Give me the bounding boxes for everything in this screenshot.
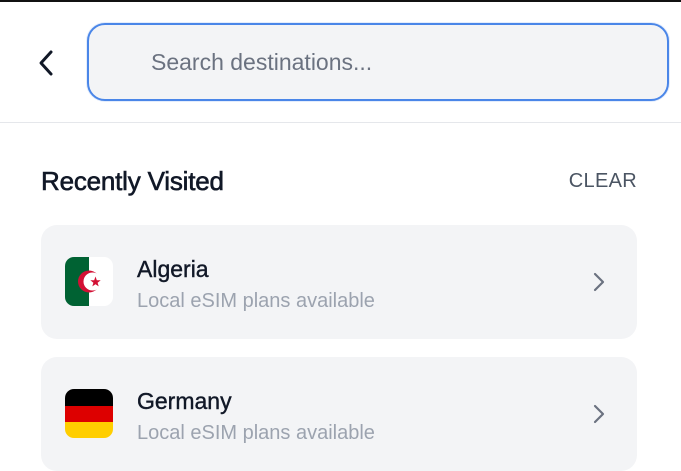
germany-flag-icon <box>65 389 113 438</box>
back-button[interactable] <box>26 40 66 86</box>
algeria-flag-icon <box>65 257 113 306</box>
recently-visited-title: Recently Visited <box>41 166 225 197</box>
chevron-left-icon <box>39 50 53 76</box>
chevron-right-icon <box>593 272 605 292</box>
destination-subtitle: Local eSIM plans available <box>137 422 375 444</box>
search-header <box>0 2 681 123</box>
chevron-right-icon <box>593 404 605 424</box>
clear-button[interactable]: CLEAR <box>569 170 637 193</box>
destination-card-germany[interactable]: Germany Local eSIM plans available <box>41 357 637 471</box>
search-box[interactable] <box>87 23 669 101</box>
search-input[interactable] <box>89 25 667 99</box>
destination-name: Algeria <box>137 256 209 282</box>
destination-name: Germany <box>137 388 232 414</box>
destination-card-algeria[interactable]: Algeria Local eSIM plans available <box>41 225 637 339</box>
destination-subtitle: Local eSIM plans available <box>137 290 375 312</box>
